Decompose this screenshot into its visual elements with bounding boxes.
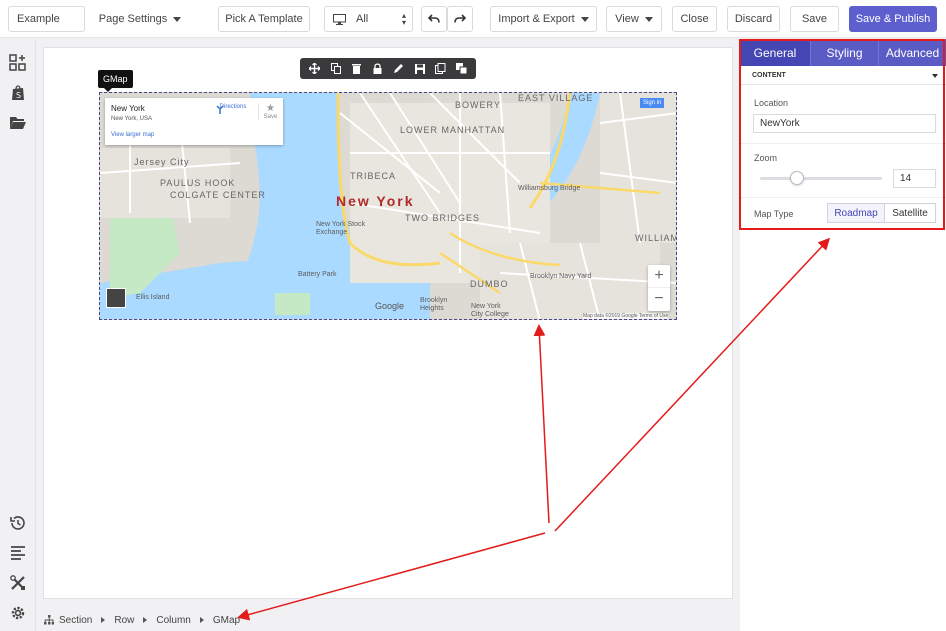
annotation-arrows — [237, 237, 831, 621]
annotation-arrow — [237, 532, 546, 621]
annotation-arrow — [554, 237, 831, 532]
annotation-arrow — [533, 324, 550, 524]
